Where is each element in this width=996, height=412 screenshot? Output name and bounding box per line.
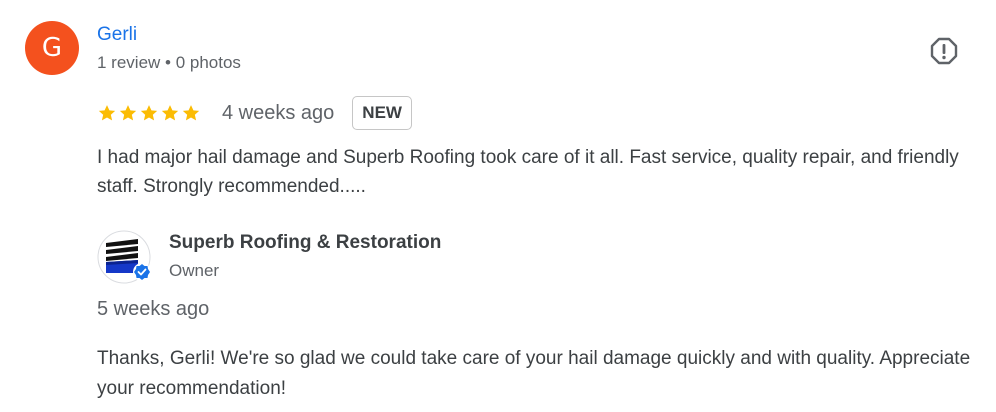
star-icon [140, 105, 158, 121]
star-icon [98, 105, 116, 121]
star-icon [119, 105, 137, 121]
review-text: I had major hail damage and Superb Roofi… [97, 147, 959, 197]
star-icon [161, 105, 179, 121]
owner-name: Superb Roofing & Restoration [169, 232, 442, 253]
reviewer-avatar[interactable]: G [25, 21, 79, 75]
report-flag-icon[interactable] [930, 37, 958, 65]
reviewer-stats: 1 review • 0 photos [97, 53, 241, 72]
new-badge: NEW [352, 96, 412, 130]
reviewer-initial: G [41, 33, 63, 63]
star-icon [182, 105, 200, 121]
owner-reply-text: Thanks, Gerli! We're so glad we could ta… [97, 348, 971, 399]
review-time: 4 weeks ago [222, 101, 335, 124]
owner-role: Owner [169, 261, 220, 280]
rating-row: 4 weeks ago NEW [97, 95, 412, 131]
reviewer-name-link[interactable]: Gerli [97, 24, 137, 46]
reply-time: 5 weeks ago [97, 298, 210, 320]
star-rating [97, 103, 201, 123]
verified-badge-icon [133, 263, 151, 281]
owner-logo [97, 230, 151, 284]
